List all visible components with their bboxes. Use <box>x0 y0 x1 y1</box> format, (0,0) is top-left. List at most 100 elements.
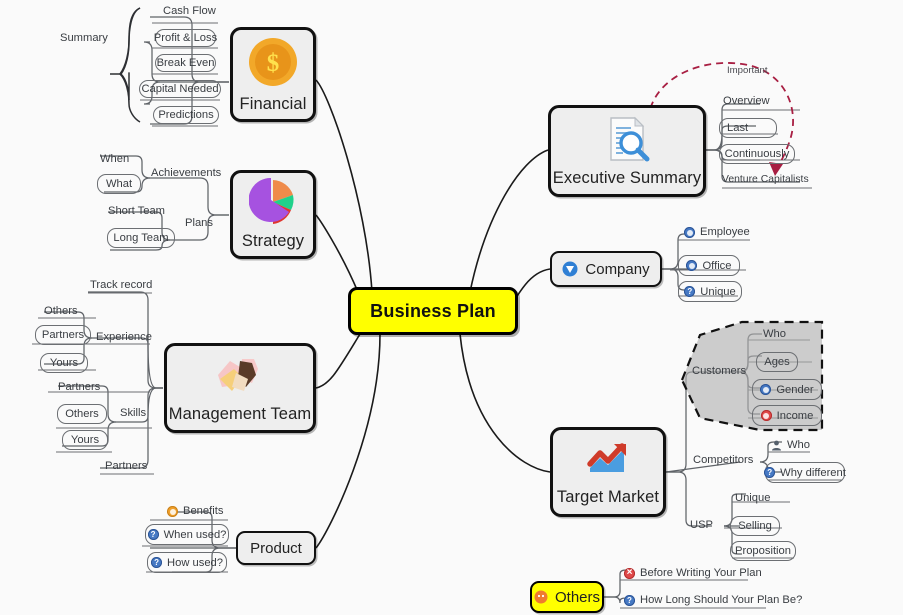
leaf-long-team[interactable]: Long Team <box>107 228 175 248</box>
leaf-label: Others <box>65 408 99 420</box>
branch-node-target-market[interactable]: Target Market <box>550 427 666 517</box>
leaf-customers[interactable]: Customers <box>692 365 747 377</box>
leaf-label: Unique <box>735 492 771 504</box>
leaf-short-team[interactable]: Short Team <box>108 205 166 217</box>
leaf-experience-partners[interactable]: Partners <box>35 325 91 345</box>
leaf-label: Skills <box>120 407 147 419</box>
leaf-label: Cash Flow <box>163 5 216 17</box>
branch-label-strategy: Strategy <box>241 232 305 250</box>
blue-question-icon <box>764 467 776 478</box>
leaf-gender[interactable]: Gender <box>752 379 822 400</box>
leaf-label: Partners <box>105 460 148 472</box>
branch-label-executive-summary: Executive Summary <box>552 168 702 187</box>
leaf-predictions[interactable]: Predictions <box>153 106 219 124</box>
leaf-how-used[interactable]: How used? <box>147 552 227 573</box>
leaf-customers-who[interactable]: Who <box>763 328 787 340</box>
leaf-usp[interactable]: USP <box>690 519 714 531</box>
leaf-when[interactable]: When <box>100 153 130 165</box>
leaf-last[interactable]: Last <box>719 118 777 138</box>
leaf-cash-flow[interactable]: Cash Flow <box>163 5 216 17</box>
annotation-important: Important <box>727 65 768 76</box>
leaf-label: Why different <box>780 466 846 479</box>
leaf-achievements[interactable]: Achievements <box>151 167 221 179</box>
leaf-continuously[interactable]: Continuously <box>719 144 795 164</box>
growth-chart-icon <box>584 438 632 482</box>
branch-node-company[interactable]: Company <box>550 251 662 287</box>
person-icon <box>771 440 782 451</box>
central-node-business-plan[interactable]: Business Plan <box>348 287 518 335</box>
branch-node-executive-summary[interactable]: Executive Summary <box>548 105 706 197</box>
leaf-why-different[interactable]: Why different <box>764 462 846 483</box>
leaf-track-record[interactable]: Track record <box>90 279 153 291</box>
leaf-how-long-should-your-plan-be[interactable]: How Long Should Your Plan Be? <box>624 594 802 607</box>
blue-dot-icon <box>686 260 698 271</box>
leaf-break-even[interactable]: Break Even <box>155 54 216 72</box>
leaf-profit-and-loss[interactable]: Profit & Loss <box>153 29 218 47</box>
blue-clock-icon <box>684 227 695 239</box>
branch-node-product[interactable]: Product <box>236 531 316 565</box>
leaf-label: Track record <box>90 279 153 291</box>
leaf-competitors[interactable]: Competitors <box>693 454 753 466</box>
leaf-label: Summary <box>60 32 108 44</box>
leaf-label: Employee <box>700 226 750 238</box>
leaf-venture-capitalists[interactable]: Venture Capitalists <box>722 174 809 185</box>
branch-node-others[interactable]: Others <box>530 581 604 613</box>
leaf-competitors-who[interactable]: Who <box>771 439 811 451</box>
leaf-usp-selling[interactable]: Selling <box>730 516 780 536</box>
leaf-benefits[interactable]: Benefits <box>167 505 224 518</box>
leaf-label: Proposition <box>735 545 791 557</box>
leaf-usp-proposition[interactable]: Proposition <box>730 541 796 561</box>
leaf-label: Profit & Loss <box>153 32 218 44</box>
leaf-label: Predictions <box>158 109 214 121</box>
leaf-label: Ages <box>764 356 790 368</box>
branch-label-financial: Financial <box>239 95 307 113</box>
leaf-ages[interactable]: Ages <box>756 352 798 372</box>
leaf-label: Yours <box>49 357 79 369</box>
svg-text:$: $ <box>267 50 280 77</box>
leaf-income[interactable]: Income <box>752 405 822 426</box>
leaf-unique[interactable]: Unique <box>678 281 742 302</box>
leaf-when-used[interactable]: When used? <box>145 524 229 545</box>
leaf-experience-others[interactable]: Others <box>44 305 78 317</box>
blue-question-icon <box>684 286 696 297</box>
leaf-plans[interactable]: Plans <box>185 217 213 229</box>
leaf-management-partners[interactable]: Partners <box>105 460 148 472</box>
leaf-skills-partners[interactable]: Partners <box>58 381 100 393</box>
leaf-label: Plans <box>185 217 213 229</box>
red-x-icon <box>624 568 635 580</box>
leaf-office[interactable]: Office <box>678 255 740 276</box>
blue-question-icon <box>147 529 159 540</box>
handshake-icon <box>212 353 268 399</box>
leaf-employee[interactable]: Employee <box>684 226 750 239</box>
leaf-label: Benefits <box>183 505 224 517</box>
leaf-label: Overview <box>723 95 770 107</box>
leaf-label: Who <box>763 328 787 340</box>
leaf-label: Customers <box>692 365 747 377</box>
leaf-experience[interactable]: Experience <box>96 331 152 343</box>
leaf-label: Break Even <box>156 57 215 69</box>
central-node-label: Business Plan <box>370 300 496 321</box>
leaf-experience-yours[interactable]: Yours <box>40 353 88 373</box>
branch-node-management-team[interactable]: Management Team <box>164 343 316 433</box>
leaf-skills-yours[interactable]: Yours <box>62 430 108 450</box>
blue-question-icon <box>151 557 163 568</box>
leaf-skills[interactable]: Skills <box>120 407 147 419</box>
leaf-skills-others[interactable]: Others <box>57 404 107 424</box>
blue-person-icon <box>760 384 772 395</box>
leaf-label: USP <box>690 519 714 531</box>
branch-node-financial[interactable]: $ Financial <box>230 27 316 122</box>
leaf-summary[interactable]: Summary <box>60 32 108 44</box>
leaf-label: Yours <box>70 434 100 446</box>
leaf-label: Who <box>787 439 811 451</box>
branch-label-management-team: Management Team <box>168 404 312 423</box>
leaf-usp-unique[interactable]: Unique <box>735 492 771 504</box>
leaf-overview[interactable]: Overview <box>723 95 770 107</box>
leaf-label: Continuously <box>724 148 790 160</box>
leaf-capital-needed[interactable]: Capital Needed <box>139 80 221 98</box>
mindmap-canvas: Business Plan $ Financial Strategy Manag… <box>0 0 903 615</box>
leaf-before-writing-your-plan[interactable]: Before Writing Your Plan <box>624 567 762 580</box>
leaf-label: When <box>100 153 130 165</box>
branch-node-strategy[interactable]: Strategy <box>230 170 316 259</box>
leaf-label: Short Team <box>108 205 166 217</box>
leaf-what[interactable]: What <box>97 174 141 194</box>
